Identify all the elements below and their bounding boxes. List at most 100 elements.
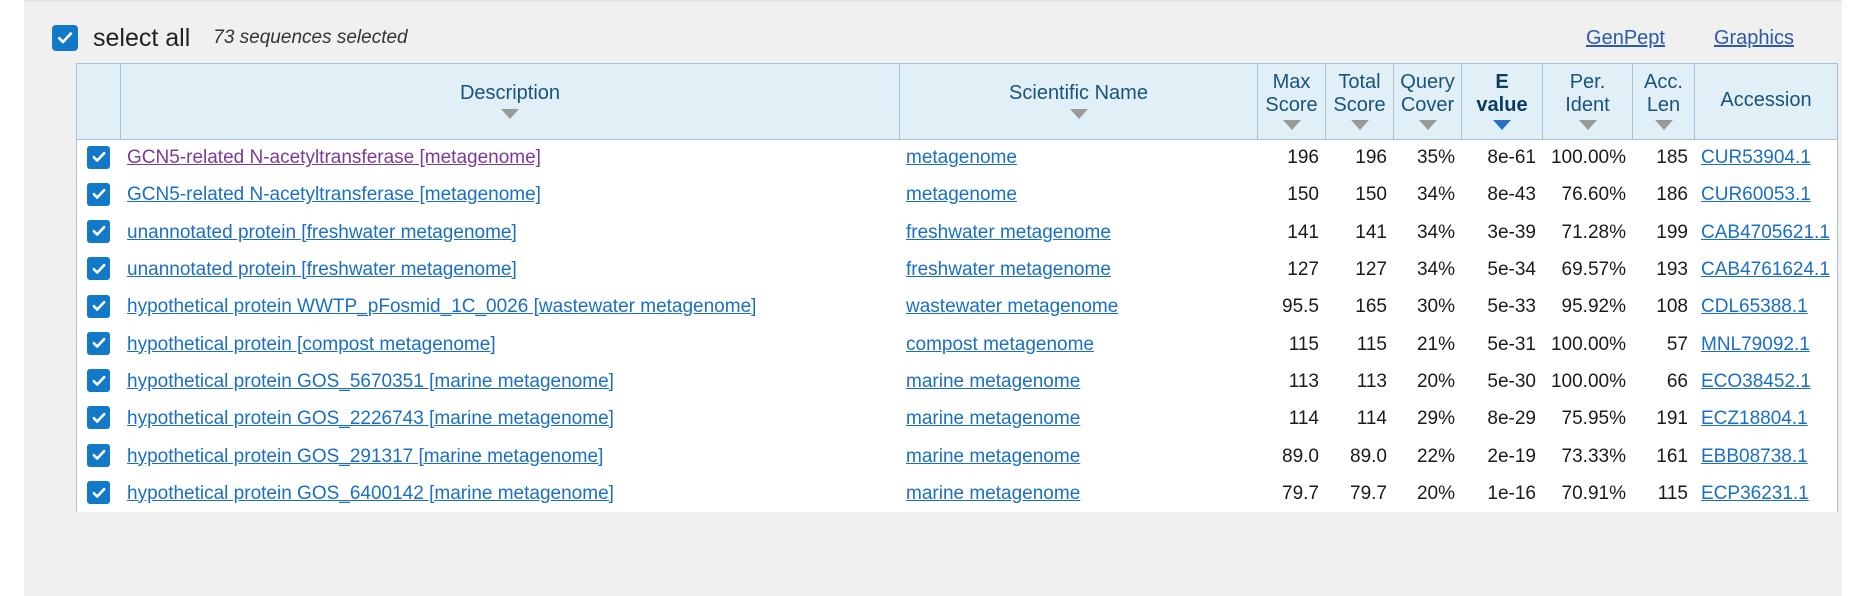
- accession-link[interactable]: EBB08738.1: [1701, 446, 1808, 467]
- caret-down-icon-acc-len[interactable]: [1654, 119, 1673, 130]
- cell-total-score: 114: [1325, 400, 1394, 438]
- header-scientific-name[interactable]: Scientific Name: [899, 63, 1258, 140]
- caret-down-icon-description[interactable]: [501, 108, 519, 119]
- row-checkbox[interactable]: [87, 443, 110, 467]
- description-link[interactable]: hypothetical protein WWTP_pFosmid_1C_002…: [127, 296, 756, 317]
- cell-max-score: 150: [1257, 176, 1326, 215]
- scientific-name-link[interactable]: marine metagenome: [906, 483, 1080, 504]
- header-acc-len-line1: Acc.: [1644, 71, 1683, 94]
- accession-link[interactable]: CAB4705621.1: [1701, 222, 1830, 243]
- cell-per-ident: 73.33%: [1542, 437, 1633, 476]
- accession-link[interactable]: CUR53904.1: [1701, 147, 1811, 168]
- description-link[interactable]: unannotated protein [freshwater metageno…: [127, 259, 517, 280]
- cell-max-score: 196: [1257, 139, 1326, 177]
- cell-query-cover: 22%: [1393, 437, 1462, 476]
- check-icon: [92, 151, 105, 162]
- genpept-link[interactable]: GenPept: [1586, 27, 1665, 50]
- header-description[interactable]: Description: [120, 63, 900, 140]
- cell-max-score: 141: [1257, 214, 1326, 252]
- row-checkbox[interactable]: [87, 406, 110, 430]
- scientific-name-link[interactable]: compost metagenome: [906, 334, 1094, 355]
- header-acc-len[interactable]: Acc. Len: [1632, 63, 1695, 140]
- table-row: hypothetical protein GOS_5670351 [marine…: [76, 363, 1838, 401]
- cell-total-score: 141: [1325, 214, 1394, 252]
- header-per-ident[interactable]: Per. Ident: [1542, 63, 1633, 140]
- cell-max-score: 114: [1257, 400, 1326, 438]
- cell-acc-len: 108: [1632, 288, 1695, 326]
- cell-total-score: 165: [1325, 288, 1394, 326]
- cell-scientific-name: freshwater metagenome: [899, 214, 1258, 252]
- scientific-name-link[interactable]: wastewater metagenome: [906, 296, 1118, 317]
- row-checkbox[interactable]: [87, 294, 110, 318]
- cell-description: unannotated protein [freshwater metageno…: [120, 251, 900, 289]
- header-total-score[interactable]: Total Score: [1325, 63, 1394, 140]
- scientific-name-link[interactable]: metagenome: [906, 184, 1017, 205]
- row-checkbox-cell: [76, 400, 121, 438]
- description-link[interactable]: unannotated protein [freshwater metageno…: [127, 222, 517, 243]
- cell-acc-len: 115: [1632, 475, 1695, 513]
- cell-acc-len: 199: [1632, 214, 1695, 252]
- cell-query-cover: 20%: [1393, 363, 1462, 401]
- cell-description: hypothetical protein GOS_6400142 [marine…: [120, 475, 900, 513]
- header-accession[interactable]: Accession: [1694, 63, 1838, 140]
- cell-scientific-name: metagenome: [899, 139, 1258, 177]
- caret-down-icon-per-ident[interactable]: [1578, 119, 1597, 130]
- graphics-link[interactable]: Graphics: [1714, 27, 1794, 50]
- row-checkbox[interactable]: [87, 331, 110, 355]
- row-checkbox[interactable]: [87, 257, 110, 281]
- scientific-name-link[interactable]: metagenome: [906, 147, 1017, 168]
- row-checkbox[interactable]: [87, 182, 110, 206]
- description-link[interactable]: hypothetical protein GOS_291317 [marine …: [127, 446, 603, 467]
- accession-link[interactable]: CDL65388.1: [1701, 296, 1808, 317]
- header-max-score[interactable]: Max Score: [1257, 63, 1326, 140]
- description-link[interactable]: hypothetical protein GOS_2226743 [marine…: [127, 408, 614, 429]
- accession-link[interactable]: CAB4761624.1: [1701, 259, 1830, 280]
- cell-description: GCN5-related N-acetyltransferase [metage…: [120, 139, 900, 177]
- cell-accession: CAB4705621.1: [1694, 214, 1838, 252]
- caret-down-icon-query-cover[interactable]: [1418, 119, 1437, 130]
- cell-query-cover: 34%: [1393, 251, 1462, 289]
- header-max-score-line1: Max: [1272, 71, 1311, 94]
- header-query-cover[interactable]: Query Cover: [1393, 63, 1462, 140]
- scientific-name-link[interactable]: freshwater metagenome: [906, 222, 1111, 243]
- cell-accession: MNL79092.1: [1694, 325, 1838, 364]
- description-link[interactable]: hypothetical protein [compost metagenome…: [127, 334, 496, 355]
- header-e-value[interactable]: E value: [1461, 63, 1543, 140]
- header-scientific-name-label: Scientific Name: [1009, 82, 1148, 105]
- row-checkbox[interactable]: [87, 145, 110, 169]
- table-row: GCN5-related N-acetyltransferase [metage…: [76, 176, 1838, 215]
- cell-query-cover: 20%: [1393, 475, 1462, 513]
- scientific-name-link[interactable]: freshwater metagenome: [906, 259, 1111, 280]
- description-link[interactable]: hypothetical protein GOS_6400142 [marine…: [127, 483, 614, 504]
- row-checkbox[interactable]: [87, 481, 110, 505]
- cell-total-score: 127: [1325, 251, 1394, 289]
- description-link[interactable]: GCN5-related N-acetyltransferase [metage…: [127, 184, 541, 205]
- accession-link[interactable]: CUR60053.1: [1701, 184, 1811, 205]
- accession-link[interactable]: MNL79092.1: [1701, 334, 1810, 355]
- cell-per-ident: 71.28%: [1542, 214, 1633, 252]
- cell-per-ident: 70.91%: [1542, 475, 1633, 513]
- select-all-checkbox[interactable]: [52, 25, 78, 51]
- row-checkbox[interactable]: [87, 369, 110, 393]
- table-header-row: Description Scientific Name Max Score To…: [76, 63, 1838, 140]
- caret-down-icon-max-score[interactable]: [1282, 119, 1301, 130]
- caret-down-icon-scientific-name[interactable]: [1069, 108, 1088, 119]
- row-checkbox[interactable]: [87, 219, 110, 243]
- caret-down-icon-total-score[interactable]: [1350, 119, 1369, 130]
- description-link[interactable]: hypothetical protein GOS_5670351 [marine…: [127, 371, 614, 392]
- cell-description: hypothetical protein GOS_2226743 [marine…: [120, 400, 900, 438]
- scientific-name-link[interactable]: marine metagenome: [906, 371, 1080, 392]
- scientific-name-link[interactable]: marine metagenome: [906, 408, 1080, 429]
- cell-total-score: 79.7: [1325, 475, 1394, 513]
- accession-link[interactable]: ECP36231.1: [1701, 483, 1809, 504]
- description-link[interactable]: GCN5-related N-acetyltransferase [metage…: [127, 147, 541, 168]
- table-row: hypothetical protein GOS_6400142 [marine…: [76, 475, 1838, 513]
- accession-link[interactable]: ECZ18804.1: [1701, 408, 1808, 429]
- cell-scientific-name: freshwater metagenome: [899, 251, 1258, 289]
- table-row: unannotated protein [freshwater metageno…: [76, 214, 1838, 252]
- results-table-body: GCN5-related N-acetyltransferase [metage…: [76, 139, 1838, 513]
- caret-down-icon-e-value[interactable]: [1493, 119, 1511, 130]
- accession-link[interactable]: ECO38452.1: [1701, 371, 1811, 392]
- scientific-name-link[interactable]: marine metagenome: [906, 446, 1080, 467]
- toolbar-actions: GenPept Graphics: [1586, 27, 1814, 50]
